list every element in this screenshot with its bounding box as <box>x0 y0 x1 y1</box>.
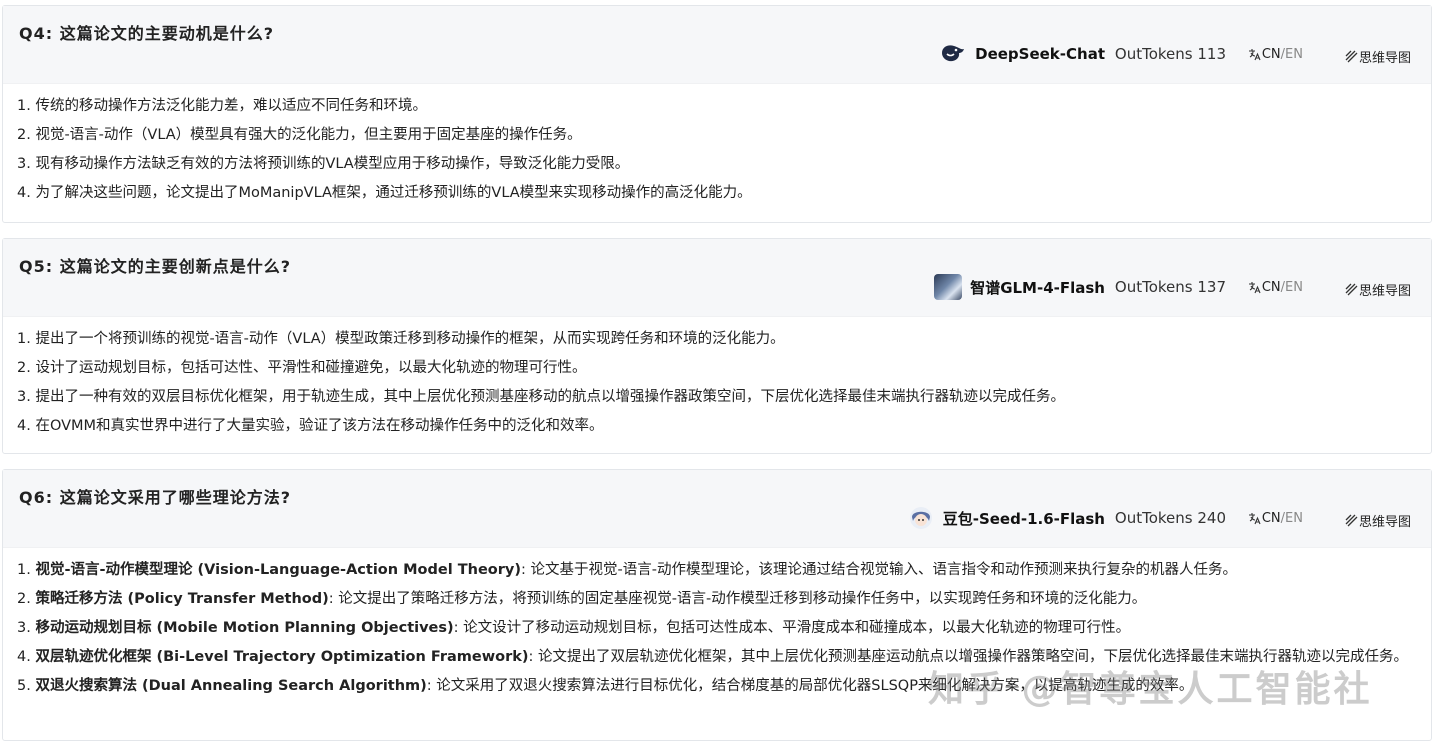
model-name: DeepSeek-Chat <box>975 45 1105 63</box>
list-item: 4. 在OVMM和真实世界中进行了大量实验，验证了该方法在移动操作任务中的泛化和… <box>17 412 1431 441</box>
list-item: 3. 提出了一种有效的双层目标优化框架，用于轨迹生成，其中上层优化预测基座移动的… <box>17 383 1431 412</box>
item-number: 2. <box>17 591 31 607</box>
item-text: : 论文设计了移动运动规划目标，包括可达性成本、平滑度成本和碰撞成本，以最大化轨… <box>453 620 1131 636</box>
translate-icon <box>1248 48 1261 61</box>
item-text: 视觉-语言-动作（VLA）模型具有强大的泛化能力，但主要用于固定基座的操作任务。 <box>35 127 582 143</box>
item-number: 3. <box>17 156 31 172</box>
item-text: : 论文基于视觉-语言-动作模型理论，该理论通过结合视觉输入、语言指令和动作预测… <box>520 562 1237 578</box>
list-item: 1. 传统的移动操作方法泛化能力差，难以适应不同任务和环境。 <box>17 92 1431 121</box>
item-term: 双层轨迹优化框架 (Bi-Level Trajectory Optimizati… <box>35 649 529 665</box>
answer-list: 1. 提出了一个将预训练的视觉-语言-动作（VLA）模型政策迁移到移动操作的框架… <box>3 317 1431 441</box>
card-header: Q6: 这篇论文采用了哪些理论方法? 豆包-Seed-1.6-Flash Out… <box>3 470 1431 548</box>
item-number: 2. <box>17 127 31 143</box>
list-item: 2. 策略迁移方法 (Policy Transfer Method): 论文提出… <box>17 585 1431 614</box>
out-tokens: OutTokens 240 <box>1114 509 1226 527</box>
qa-card-q5: Q5: 这篇论文的主要创新点是什么? 智谱GLM-4-Flash OutToke… <box>2 238 1432 454</box>
item-text: 提出了一种有效的双层目标优化框架，用于轨迹生成，其中上层优化预测基座移动的航点以… <box>35 389 1065 405</box>
item-number: 4. <box>17 418 31 434</box>
item-term: 双退火搜索算法 (Dual Annealing Search Algorithm… <box>35 678 427 694</box>
item-text: : 论文采用了双退火搜索算法进行目标优化，结合梯度基的局部优化器SLSQP来细化… <box>426 678 1194 694</box>
item-text: 现有移动操作方法缺乏有效的方法将预训练的VLA模型应用于移动操作，导致泛化能力受… <box>35 156 630 172</box>
model-name: 豆包-Seed-1.6-Flash <box>942 509 1105 528</box>
list-item: 3. 移动运动规划目标 (Mobile Motion Planning Obje… <box>17 614 1431 643</box>
model-label: 智谱GLM-4-Flash <box>934 274 1105 300</box>
list-item: 1. 提出了一个将预训练的视觉-语言-动作（VLA）模型政策迁移到移动操作的框架… <box>17 325 1431 354</box>
language-toggle[interactable]: CN / EN <box>1248 47 1303 62</box>
question-title: Q5: 这篇论文的主要创新点是什么? <box>19 257 291 276</box>
list-item: 4. 为了解决这些问题，论文提出了MoManipVLA框架，通过迁移预训练的VL… <box>17 179 1431 208</box>
lang-cn[interactable]: CN <box>1262 511 1281 526</box>
answer-meta: DeepSeek-Chat OutTokens 113 CN / EN 思维导图 <box>931 42 1431 68</box>
item-text: : 论文提出了策略迁移方法，将预训练的固定基座视觉-语言-动作模型迁移到移动操作… <box>328 591 1147 607</box>
lang-en[interactable]: EN <box>1285 511 1303 526</box>
model-label: DeepSeek-Chat <box>939 42 1105 66</box>
item-text: 设计了运动规划目标，包括可达性、平滑性和碰撞避免，以最大化轨迹的物理可行性。 <box>35 360 587 376</box>
lang-cn[interactable]: CN <box>1262 47 1281 62</box>
question-title: Q6: 这篇论文采用了哪些理论方法? <box>19 488 291 507</box>
model-name: 智谱GLM-4-Flash <box>970 278 1105 297</box>
item-term: 视觉-语言-动作模型理论 (Vision-Language-Action Mod… <box>35 562 521 578</box>
mindmap-button[interactable]: 思维导图 <box>1345 511 1411 530</box>
avatar-icon <box>934 274 963 300</box>
card-header: Q4: 这篇论文的主要动机是什么? DeepSeek-Chat OutToken… <box>3 6 1431 84</box>
answer-meta: 智谱GLM-4-Flash OutTokens 137 CN / EN 思维导图 <box>931 274 1431 301</box>
whale-icon <box>939 41 967 67</box>
qa-card-q4: Q4: 这篇论文的主要动机是什么? DeepSeek-Chat OutToken… <box>2 5 1432 223</box>
item-number: 1. <box>17 98 31 114</box>
question-title: Q4: 这篇论文的主要动机是什么? <box>19 24 274 43</box>
anime-avatar-icon <box>907 505 935 531</box>
item-text: : 论文提出了双层轨迹优化框架，其中上层优化预测基座运动航点以增强操作器策略空间… <box>528 649 1409 665</box>
list-item: 5. 双退火搜索算法 (Dual Annealing Search Algori… <box>17 672 1431 701</box>
item-number: 2. <box>17 360 31 376</box>
mindmap-label: 思维导图 <box>1358 284 1411 299</box>
mindmap-icon <box>1345 283 1358 296</box>
mindmap-label: 思维导图 <box>1358 51 1411 66</box>
list-item: 3. 现有移动操作方法缺乏有效的方法将预训练的VLA模型应用于移动操作，导致泛化… <box>17 150 1431 179</box>
language-toggle[interactable]: CN / EN <box>1248 280 1303 295</box>
model-label: 豆包-Seed-1.6-Flash <box>907 506 1105 530</box>
lang-en[interactable]: EN <box>1285 47 1303 62</box>
lang-en[interactable]: EN <box>1285 280 1303 295</box>
out-tokens: OutTokens 137 <box>1114 278 1226 296</box>
item-number: 1. <box>17 562 31 578</box>
item-text: 为了解决这些问题，论文提出了MoManipVLA框架，通过迁移预训练的VLA模型… <box>35 185 752 201</box>
list-item: 1. 视觉-语言-动作模型理论 (Vision-Language-Action … <box>17 556 1431 585</box>
lang-cn[interactable]: CN <box>1262 280 1281 295</box>
mindmap-icon <box>1345 50 1358 63</box>
list-item: 4. 双层轨迹优化框架 (Bi-Level Trajectory Optimiz… <box>17 645 1429 670</box>
list-item: 2. 视觉-语言-动作（VLA）模型具有强大的泛化能力，但主要用于固定基座的操作… <box>17 121 1431 150</box>
item-number: 4. <box>17 649 31 665</box>
item-number: 4. <box>17 185 31 201</box>
mindmap-label: 思维导图 <box>1358 515 1411 530</box>
mindmap-button[interactable]: 思维导图 <box>1345 280 1411 299</box>
translate-icon <box>1248 512 1261 525</box>
item-text: 传统的移动操作方法泛化能力差，难以适应不同任务和环境。 <box>35 98 427 114</box>
item-term: 策略迁移方法 (Policy Transfer Method) <box>35 591 329 607</box>
card-header: Q5: 这篇论文的主要创新点是什么? 智谱GLM-4-Flash OutToke… <box>3 239 1431 317</box>
translate-icon <box>1248 281 1261 294</box>
item-text: 在OVMM和真实世界中进行了大量实验，验证了该方法在移动操作任务中的泛化和效率。 <box>35 418 604 434</box>
item-text: 提出了一个将预训练的视觉-语言-动作（VLA）模型政策迁移到移动操作的框架，从而… <box>35 331 785 347</box>
item-term: 移动运动规划目标 (Mobile Motion Planning Objecti… <box>35 620 454 636</box>
item-number: 1. <box>17 331 31 347</box>
item-number: 3. <box>17 620 31 636</box>
language-toggle[interactable]: CN / EN <box>1248 511 1303 526</box>
answer-list: 1. 视觉-语言-动作模型理论 (Vision-Language-Action … <box>3 548 1431 701</box>
qa-card-q6: Q6: 这篇论文采用了哪些理论方法? 豆包-Seed-1.6-Flash Out… <box>2 469 1432 741</box>
item-number: 5. <box>17 678 31 694</box>
item-number: 3. <box>17 389 31 405</box>
answer-list: 1. 传统的移动操作方法泛化能力差，难以适应不同任务和环境。 2. 视觉-语言-… <box>3 84 1431 208</box>
out-tokens: OutTokens 113 <box>1114 45 1226 63</box>
answer-meta: 豆包-Seed-1.6-Flash OutTokens 240 CN / EN 思维… <box>909 506 1431 532</box>
mindmap-button[interactable]: 思维导图 <box>1345 47 1411 66</box>
list-item: 2. 设计了运动规划目标，包括可达性、平滑性和碰撞避免，以最大化轨迹的物理可行性… <box>17 354 1431 383</box>
mindmap-icon <box>1345 514 1358 527</box>
